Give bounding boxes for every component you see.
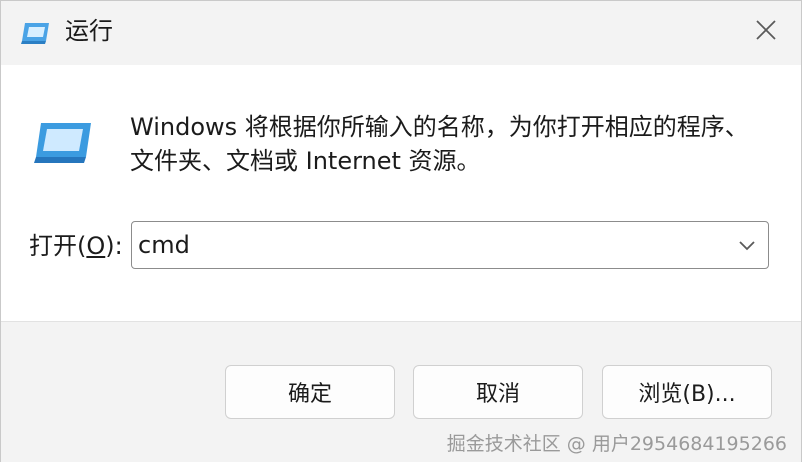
browse-button[interactable]: 浏览(B)...	[602, 365, 772, 419]
description-line-2: 文件夹、文档或 Internet 资源。	[130, 147, 481, 175]
run-large-icon	[31, 119, 95, 167]
chevron-down-icon[interactable]	[736, 234, 758, 256]
cancel-button[interactable]: 取消	[413, 365, 583, 419]
dialog-content: Windows 将根据你所输入的名称，为你打开相应的程序、 文件夹、文档或 In…	[1, 65, 801, 321]
open-label-suffix: ):	[105, 232, 123, 260]
open-combobox[interactable]	[131, 221, 769, 269]
window-title: 运行	[65, 17, 113, 45]
open-label-accesskey: O	[86, 232, 106, 260]
ok-button[interactable]: 确定	[225, 365, 395, 419]
close-button[interactable]	[743, 11, 789, 53]
open-input[interactable]	[138, 222, 718, 268]
run-app-icon	[21, 19, 51, 45]
open-label-prefix: 打开(	[29, 232, 87, 260]
title-bar[interactable]: 运行	[1, 1, 801, 65]
button-bar: 确定 取消 浏览(B)... 掘金技术社区 @ 用户2954684195266	[1, 321, 801, 462]
open-label: 打开(O):	[29, 229, 123, 263]
description-text: Windows 将根据你所输入的名称，为你打开相应的程序、 文件夹、文档或 In…	[130, 110, 780, 178]
watermark: 掘金技术社区 @ 用户2954684195266	[446, 433, 787, 455]
run-dialog: 运行 Windows 将根据你所输入的名称，为你打开相应的程序、 文件夹、文档或…	[0, 0, 802, 462]
description-line-1: Windows 将根据你所输入的名称，为你打开相应的程序、	[130, 113, 749, 141]
close-icon	[755, 19, 777, 45]
